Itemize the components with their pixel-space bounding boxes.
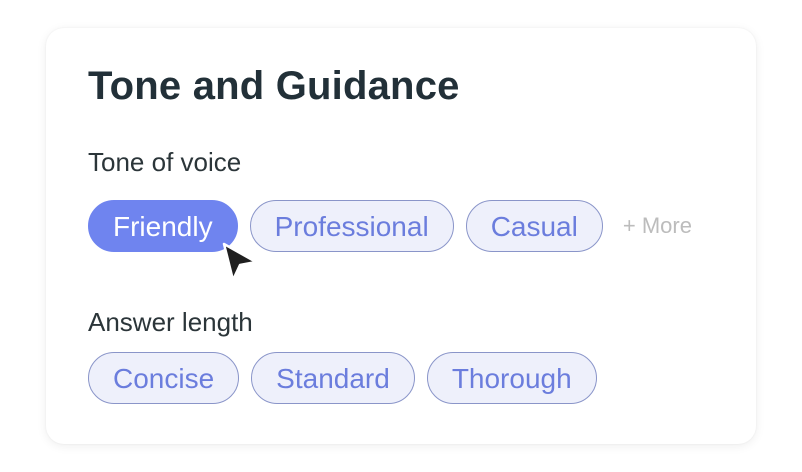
tone-chip-group: Friendly Professional Casual + More: [88, 200, 692, 252]
tone-guidance-card: Tone and Guidance Tone of voice Friendly…: [46, 28, 756, 444]
tone-chip-casual[interactable]: Casual: [465, 200, 603, 252]
answer-length-label: Answer length: [88, 307, 253, 337]
more-tones-link[interactable]: + More: [623, 213, 692, 239]
length-chip-concise[interactable]: Concise: [88, 352, 240, 404]
length-chip-group: Concise Standard Thorough: [88, 352, 597, 404]
card-title: Tone and Guidance: [88, 64, 460, 108]
tone-chip-professional[interactable]: Professional: [249, 200, 454, 252]
length-chip-standard[interactable]: Standard: [251, 352, 415, 404]
tone-chip-friendly[interactable]: Friendly: [88, 200, 238, 252]
length-chip-thorough[interactable]: Thorough: [426, 352, 597, 404]
mouse-pointer-icon: [222, 242, 258, 282]
tone-of-voice-label: Tone of voice: [88, 147, 242, 177]
